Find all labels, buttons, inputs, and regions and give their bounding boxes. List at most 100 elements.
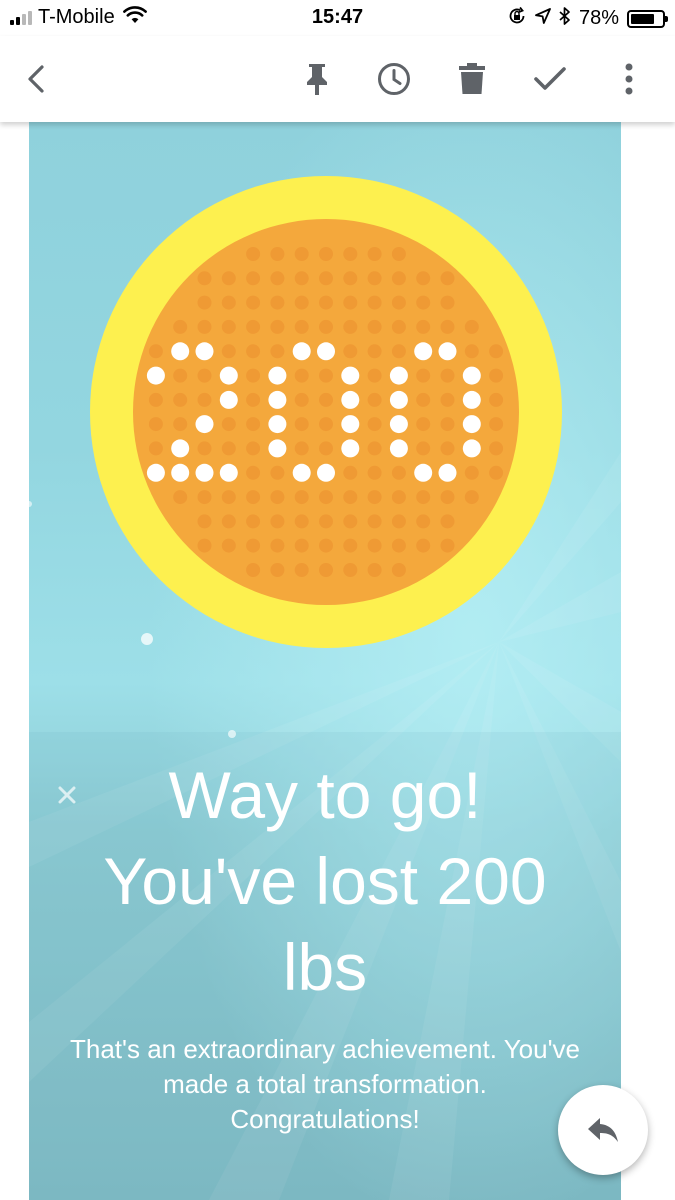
pattern-dot — [343, 271, 358, 286]
pattern-dot — [416, 538, 431, 553]
weight-loss-badge: 200 — [90, 176, 562, 648]
back-button[interactable] — [14, 56, 60, 102]
clock-icon — [378, 63, 410, 95]
pattern-dot — [270, 247, 285, 261]
digit-dot — [317, 463, 335, 482]
reply-icon — [588, 1118, 618, 1142]
digit-dot — [195, 463, 214, 482]
pattern-dot — [246, 271, 261, 286]
digit-dot — [341, 390, 360, 409]
pattern-dot — [246, 538, 261, 553]
headline-line-3: lbs — [282, 930, 368, 1004]
pattern-dot — [489, 392, 504, 407]
digit-dot — [389, 415, 408, 434]
digit-dot — [341, 415, 360, 434]
headline-line-1: Way to go! — [168, 758, 482, 832]
pattern-dot — [246, 368, 261, 383]
pattern-dot — [246, 319, 261, 334]
pattern-dot — [294, 563, 309, 577]
digit-dot — [268, 439, 287, 458]
pattern-dot — [197, 538, 212, 553]
pattern-dot — [270, 319, 285, 334]
headline: Way to go! You've lost 200 lbs — [29, 752, 621, 1010]
pattern-dot — [319, 295, 333, 310]
pattern-dot — [246, 344, 261, 359]
pattern-dot — [173, 368, 188, 383]
pattern-dot — [246, 441, 261, 456]
pattern-dot — [319, 490, 333, 505]
mark-done-button[interactable] — [527, 56, 573, 102]
pattern-dot — [464, 490, 479, 505]
rotation-lock-icon — [507, 6, 527, 31]
pattern-dot — [489, 441, 504, 456]
digit-dot — [219, 390, 238, 409]
pattern-dot — [391, 295, 406, 310]
digit-dot — [268, 390, 287, 409]
battery-icon — [627, 9, 668, 28]
pattern-dot — [416, 271, 431, 286]
digit-dot — [341, 366, 360, 385]
status-right: 78% — [507, 6, 668, 31]
location-icon — [535, 8, 551, 29]
pattern-dot — [391, 538, 406, 553]
pattern-dot — [367, 247, 382, 261]
more-options-button[interactable] — [606, 56, 652, 102]
pattern-dot — [270, 344, 285, 359]
pattern-dot — [173, 319, 188, 334]
pattern-dot — [464, 319, 479, 334]
pattern-dot — [440, 417, 455, 432]
pattern-dot — [221, 271, 236, 286]
digit-dot — [389, 390, 408, 409]
more-vert-icon — [625, 63, 633, 95]
pattern-dot — [391, 514, 406, 529]
pattern-dot — [221, 514, 236, 529]
pattern-dot — [319, 417, 333, 432]
digit-dot — [438, 463, 457, 482]
pattern-dot — [367, 563, 382, 577]
pattern-dot — [197, 368, 212, 383]
digit-dot — [389, 439, 408, 458]
body-line-1: That's an extraordinary achievement. You… — [69, 1034, 580, 1064]
pattern-dot — [319, 441, 333, 456]
pattern-dot — [246, 490, 261, 505]
pattern-dot — [148, 417, 163, 432]
pattern-dot — [416, 490, 431, 505]
pattern-dot — [343, 563, 358, 577]
snooze-button[interactable] — [371, 56, 417, 102]
pattern-dot — [270, 563, 285, 577]
digit-dot — [171, 463, 190, 482]
digit-dot — [171, 342, 190, 361]
pattern-dot — [464, 344, 479, 359]
pattern-dot — [367, 344, 382, 359]
delete-button[interactable] — [449, 56, 495, 102]
pattern-dot — [440, 319, 455, 334]
pattern-dot — [270, 271, 285, 286]
pattern-dot — [148, 344, 163, 359]
pattern-dot — [221, 441, 236, 456]
digit-dot — [462, 439, 481, 458]
pin-button[interactable] — [294, 56, 340, 102]
pattern-dot — [489, 465, 504, 480]
pattern-dot — [319, 563, 333, 577]
email-content: 200 Way to go! You've lost 200 lbs That'… — [29, 122, 621, 1200]
digit-dot — [268, 366, 287, 385]
body-line-3: Congratulations! — [230, 1104, 420, 1134]
reply-button[interactable] — [558, 1085, 648, 1175]
pattern-dot — [440, 392, 455, 407]
pattern-dot — [294, 490, 309, 505]
pattern-dot — [246, 514, 261, 529]
pattern-dot — [416, 417, 431, 432]
checkmark-icon — [534, 67, 566, 90]
pattern-dot — [270, 514, 285, 529]
pattern-dot — [294, 538, 309, 553]
digit-dot — [389, 366, 408, 385]
digit-dot — [317, 342, 335, 361]
pattern-dot — [246, 247, 261, 261]
pattern-dot — [440, 441, 455, 456]
digit-dot — [146, 463, 165, 482]
pattern-dot — [440, 490, 455, 505]
digit-dot — [414, 342, 433, 361]
pattern-dot — [197, 319, 212, 334]
pattern-dot — [148, 392, 163, 407]
pattern-dot — [367, 368, 382, 383]
